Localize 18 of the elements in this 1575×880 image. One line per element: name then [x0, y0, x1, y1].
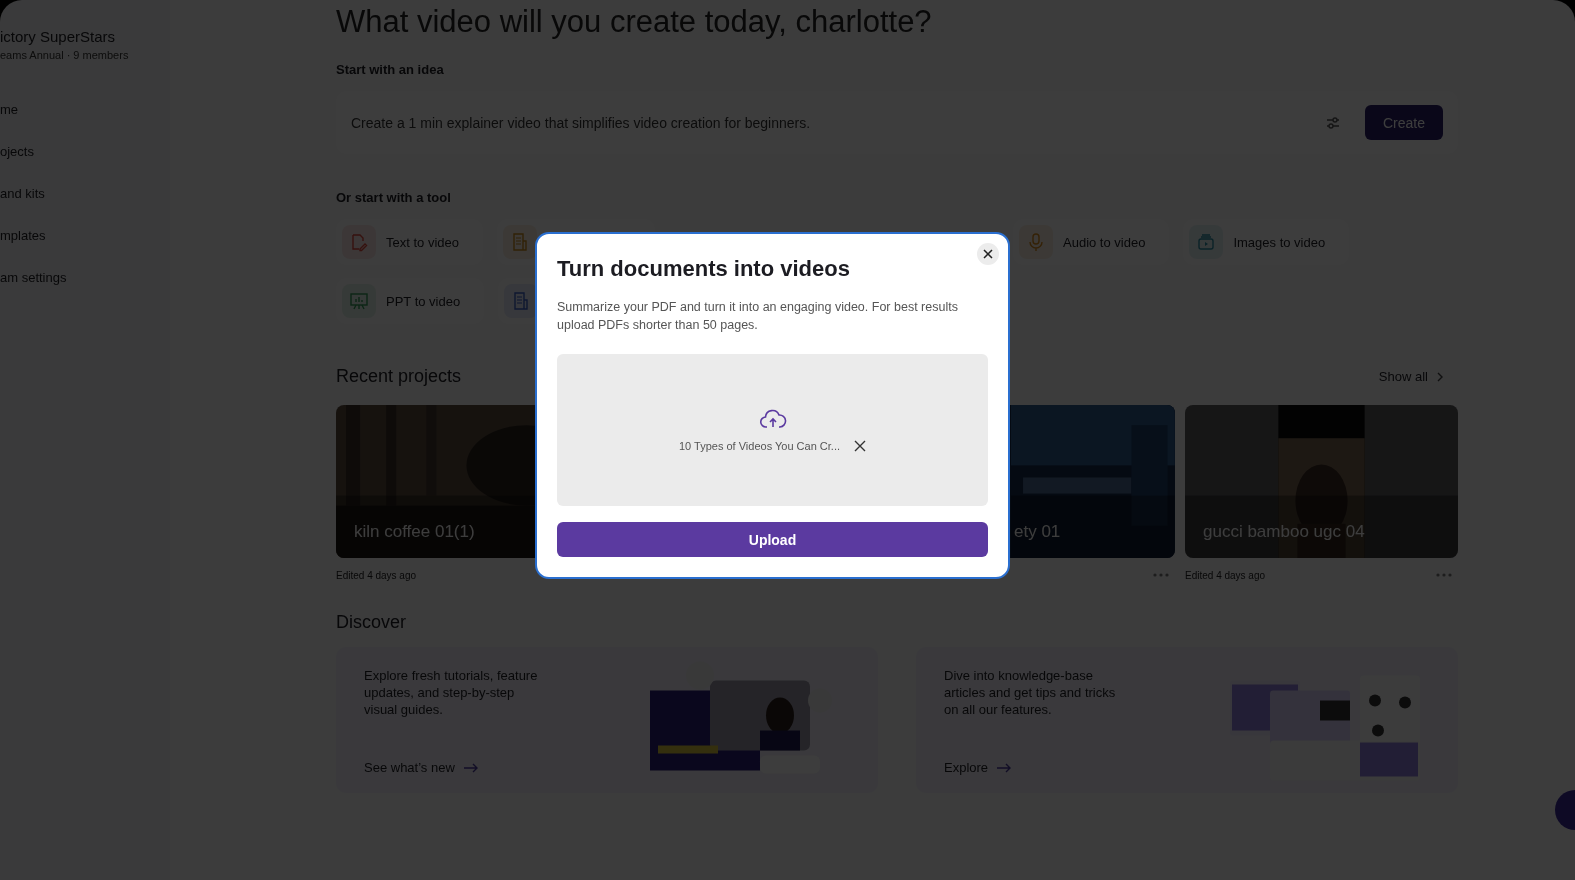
settings-icon[interactable] [1324, 114, 1341, 131]
arrow-right-icon [462, 762, 479, 773]
file-name: 10 Types of Videos You Can Cr... [678, 440, 840, 452]
presentation-icon [349, 291, 369, 311]
close-icon [983, 249, 993, 259]
drop-zone[interactable]: 10 Types of Videos You Can Cr... [557, 354, 988, 506]
arrow-right-icon [996, 762, 1013, 773]
dialog-description: Summarize your PDF and turn it into an engaging video. For best results upload PDFs shorter than 50 pages. [557, 299, 959, 334]
dialog-title: Turn documents into videos [557, 256, 851, 282]
document-pen-icon [349, 232, 369, 252]
image-stack-icon [1196, 232, 1217, 252]
cloud-upload-icon [758, 408, 787, 430]
close-icon[interactable] [854, 440, 866, 452]
close-button[interactable] [977, 243, 999, 265]
microphone-icon [1026, 232, 1046, 252]
chevron-right-icon [1436, 371, 1444, 382]
document-icon [510, 232, 530, 252]
upload-button[interactable]: Upload [557, 522, 988, 557]
